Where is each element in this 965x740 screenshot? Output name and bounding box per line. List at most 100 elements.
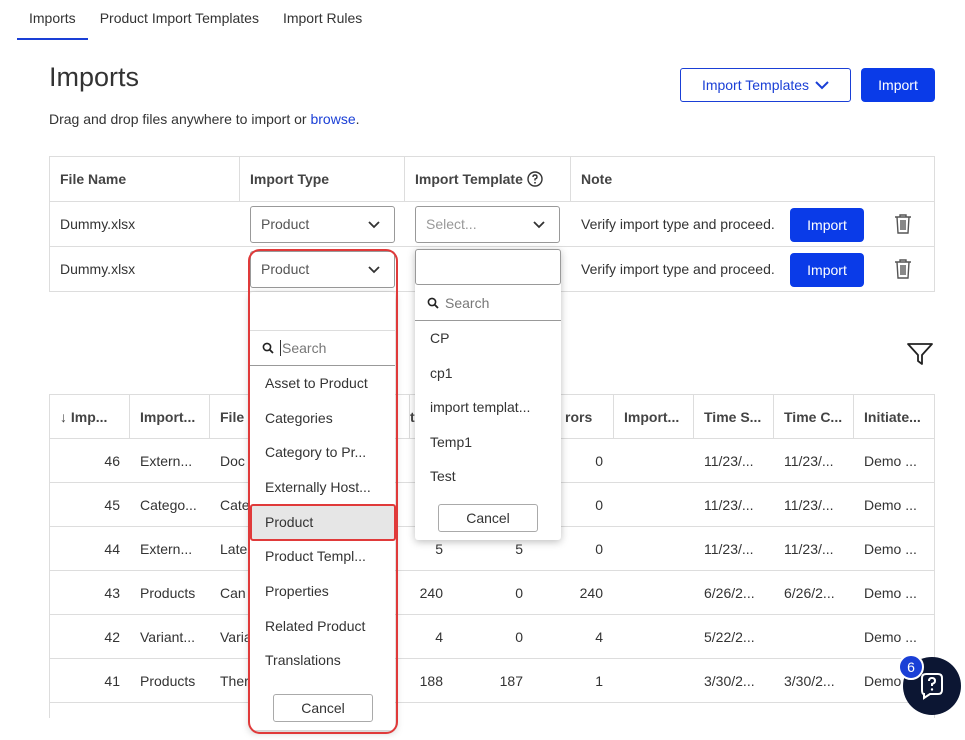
col-import-template[interactable]: Import... bbox=[614, 395, 694, 439]
cell-template bbox=[624, 439, 684, 483]
cell-complete: 11/23/... bbox=[784, 453, 834, 469]
cell-id: 42 bbox=[104, 629, 120, 645]
cell-errors: 1 bbox=[595, 673, 603, 689]
cell-start: 11/23/... bbox=[704, 497, 754, 513]
cell-by: Demo ... bbox=[864, 453, 917, 469]
drag-drop-hint: Drag and drop files anywhere to import o… bbox=[49, 111, 360, 127]
cell-id: 45 bbox=[104, 497, 120, 513]
col-time-started[interactable]: Time S... bbox=[694, 395, 774, 439]
hint-text: Drag and drop files anywhere to import o… bbox=[49, 111, 311, 127]
cell-by: Demo ... bbox=[864, 497, 917, 513]
cell-template bbox=[624, 659, 684, 703]
template-option[interactable]: CP bbox=[415, 321, 561, 355]
template-option[interactable]: cp1 bbox=[415, 356, 561, 390]
cell-complete: 6/26/2... bbox=[784, 585, 835, 601]
trash-icon[interactable] bbox=[893, 213, 913, 235]
cell-file: Varia bbox=[220, 629, 250, 645]
row-import-button[interactable]: Import bbox=[790, 253, 864, 287]
upload-table-header: File Name Import Type Import Template No… bbox=[50, 157, 934, 202]
cell-by: Demo ... bbox=[864, 585, 917, 601]
col-import-template: Import Template bbox=[405, 157, 571, 202]
table-row[interactable]: 41 Products Ther 188 187 1 3/30/2... 3/30/2... D… bbox=[50, 659, 934, 703]
cell-file: Late bbox=[220, 541, 248, 557]
cell-file: Cate bbox=[220, 497, 250, 513]
trash-icon[interactable] bbox=[893, 258, 913, 280]
row-import-button[interactable]: Import bbox=[790, 208, 864, 242]
import-template-select-open[interactable] bbox=[415, 249, 561, 285]
file-name: Dummy.xlsx bbox=[60, 261, 136, 277]
cell-type: Catego... bbox=[140, 497, 197, 513]
cell-template bbox=[624, 615, 684, 659]
help-circle-icon[interactable] bbox=[527, 171, 543, 187]
col-import-type[interactable]: Import... bbox=[130, 395, 210, 439]
cell-template bbox=[624, 571, 684, 615]
col-import-id[interactable]: ↓ Imp... bbox=[50, 395, 130, 439]
import-templates-label: Import Templates bbox=[701, 77, 810, 93]
highlight-annotation bbox=[248, 249, 398, 734]
cell-complete bbox=[784, 615, 852, 659]
template-cancel-button[interactable]: Cancel bbox=[438, 504, 538, 532]
col-file-name: File Name bbox=[50, 157, 240, 202]
page-title: Imports bbox=[49, 62, 140, 92]
cell-success: 187 bbox=[499, 673, 523, 689]
cell-id: 46 bbox=[104, 453, 120, 469]
col-initiated-by[interactable]: Initiate... bbox=[854, 395, 934, 439]
cell-type: Extern... bbox=[140, 453, 193, 469]
template-option[interactable]: Test bbox=[415, 459, 561, 493]
col-note: Note bbox=[581, 171, 613, 187]
chevron-down-icon bbox=[368, 221, 380, 229]
template-search-input[interactable]: Search bbox=[415, 285, 561, 321]
cell-type: Products bbox=[140, 585, 196, 601]
cell-total: 240 bbox=[419, 585, 443, 601]
chevron-down-icon bbox=[533, 221, 545, 229]
cell-errors: 240 bbox=[579, 585, 603, 601]
cell-success: 0 bbox=[515, 629, 523, 645]
cell-errors: 4 bbox=[595, 629, 603, 645]
tab-imports[interactable]: Imports bbox=[17, 0, 88, 40]
tab-import-rules[interactable]: Import Rules bbox=[271, 0, 374, 40]
cell-type: Extern... bbox=[140, 541, 193, 557]
template-option[interactable]: Temp1 bbox=[415, 425, 561, 459]
row-note: Verify import type and proceed. bbox=[581, 261, 775, 277]
template-option[interactable]: import templat... bbox=[415, 390, 561, 424]
chevron-down-icon bbox=[815, 81, 829, 90]
cell-complete: 11/23/... bbox=[784, 541, 834, 557]
cell-start: 6/26/2... bbox=[704, 585, 755, 601]
browse-link[interactable]: browse bbox=[310, 111, 355, 127]
col-import-type: Import Type bbox=[240, 157, 405, 202]
table-row[interactable]: 42 Variant... Varia 4 0 4 5/22/2... Demo ... bbox=[50, 615, 934, 659]
cell-by: Demo ... bbox=[864, 629, 917, 645]
import-template-select[interactable]: Select... bbox=[415, 206, 560, 243]
notification-badge: 6 bbox=[898, 654, 924, 680]
cell-type: Products bbox=[140, 673, 196, 689]
cell-start: 11/23/... bbox=[704, 453, 754, 469]
cell-total: 4 bbox=[435, 629, 443, 645]
cell-template bbox=[624, 483, 684, 527]
cell-id: 44 bbox=[104, 541, 120, 557]
import-templates-button[interactable]: Import Templates bbox=[680, 68, 851, 102]
tab-bar: Imports Product Import Templates Import … bbox=[17, 0, 374, 40]
cell-total: 188 bbox=[419, 673, 443, 689]
import-button[interactable]: Import bbox=[861, 68, 935, 102]
row-note: Verify import type and proceed. bbox=[581, 216, 775, 232]
upload-row: Dummy.xlsx Product Select... Verify impo… bbox=[50, 202, 934, 247]
cell-complete: 11/23/... bbox=[784, 497, 834, 513]
highlight-selected-annotation bbox=[250, 504, 396, 541]
cell-id: 43 bbox=[104, 585, 120, 601]
filter-icon[interactable] bbox=[906, 342, 934, 366]
tab-product-import-templates[interactable]: Product Import Templates bbox=[88, 0, 271, 40]
hint-period: . bbox=[355, 111, 360, 127]
cell-file: Ther bbox=[220, 673, 249, 689]
cell-id: 41 bbox=[104, 673, 120, 689]
import-type-select[interactable]: Product bbox=[250, 206, 395, 243]
cell-file: Doc bbox=[220, 453, 245, 469]
import-type-value: Product bbox=[261, 216, 310, 232]
cell-template bbox=[624, 527, 684, 571]
table-row[interactable]: 43 Products Can 240 0 240 6/26/2... 6/26/2... De… bbox=[50, 571, 934, 615]
cell-type: Variant... bbox=[140, 629, 195, 645]
file-name: Dummy.xlsx bbox=[60, 216, 136, 232]
cell-file: Can bbox=[220, 585, 246, 601]
col-import-template-label: Import Template bbox=[415, 171, 523, 187]
cell-success: 0 bbox=[515, 585, 523, 601]
col-time-completed[interactable]: Time C... bbox=[774, 395, 854, 439]
